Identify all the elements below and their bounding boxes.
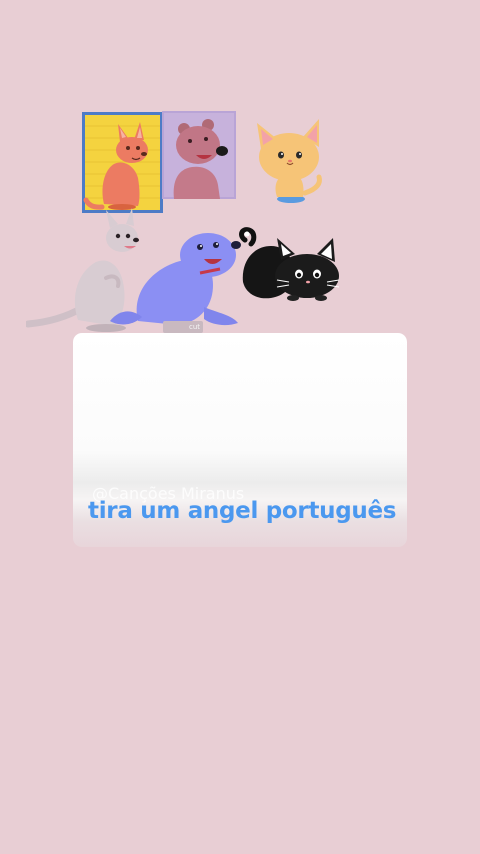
cat-icon [247, 117, 331, 205]
seal-icon [108, 229, 244, 330]
caption-text: tira um angel português [88, 498, 397, 524]
bear-card-icon [162, 111, 236, 199]
capcut-badge: cut [163, 321, 203, 333]
black-cat-icon [237, 226, 345, 308]
kangaroo-card-icon [82, 112, 163, 213]
